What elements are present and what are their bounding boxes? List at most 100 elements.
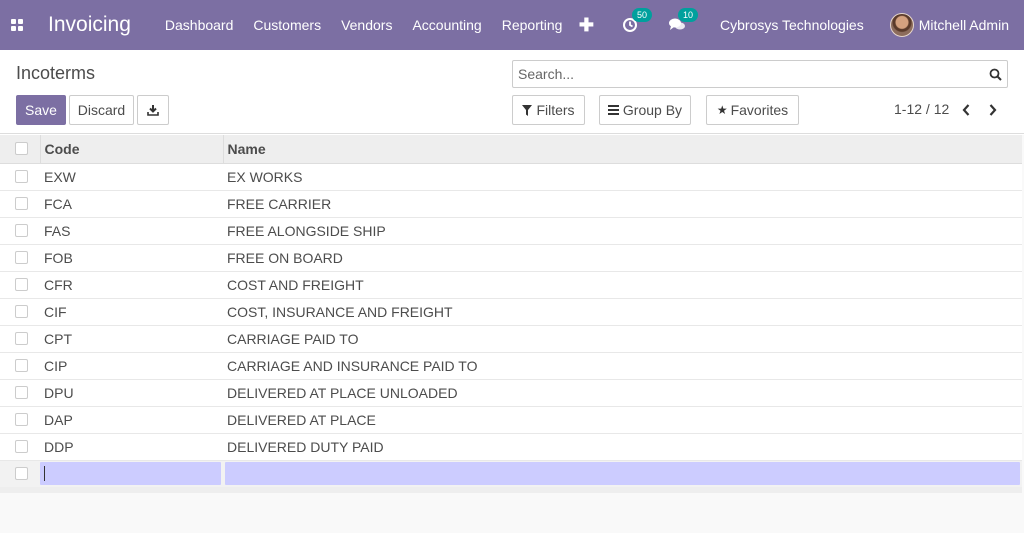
download-icon: [147, 105, 159, 116]
row-select-cell: [0, 271, 40, 299]
user-menu[interactable]: Mitchell Admin: [889, 13, 1009, 37]
app-name[interactable]: Invoicing: [48, 13, 131, 37]
filter-icon: [522, 104, 533, 116]
chevron-right-icon: [989, 104, 997, 116]
favorites-label: Favorites: [730, 102, 789, 118]
name-cell[interactable]: COST, INSURANCE AND FREIGHT: [223, 298, 1022, 326]
row-checkbox[interactable]: [15, 224, 28, 237]
search-box[interactable]: [512, 60, 1008, 88]
filters-label: Filters: [536, 102, 575, 118]
menu-item-customers[interactable]: Customers: [253, 17, 321, 33]
row-checkbox[interactable]: [15, 440, 28, 453]
table-row[interactable]: CIF COST, INSURANCE AND FREIGHT: [0, 298, 1022, 326]
row-select-cell: [0, 163, 40, 191]
incoterms-table: Code Name EXW EX WORKS FCA FREE CARRIER FAS F…: [0, 135, 1022, 493]
new-record-row[interactable]: [0, 460, 1022, 487]
name-cell[interactable]: DELIVERED AT PLACE UNLOADED: [223, 379, 1022, 407]
code-cell[interactable]: DPU: [40, 379, 223, 407]
row-select-cell: [0, 433, 40, 461]
name-cell[interactable]: CARRIAGE PAID TO: [223, 325, 1022, 353]
row-checkbox[interactable]: [15, 359, 28, 372]
select-all-checkbox[interactable]: [15, 142, 28, 156]
activity-button[interactable]: 50: [622, 8, 653, 35]
row-checkbox[interactable]: [15, 386, 28, 399]
save-button[interactable]: Save: [16, 95, 66, 125]
table-row[interactable]: FCA FREE CARRIER: [0, 190, 1022, 218]
menu-item-vendors[interactable]: Vendors: [341, 17, 392, 33]
top-navbar: Invoicing Dashboard Customers Vendors Ac…: [0, 0, 1024, 50]
menu-item-accounting[interactable]: Accounting: [412, 17, 481, 33]
name-cell[interactable]: COST AND FREIGHT: [223, 271, 1022, 299]
table-footer-row: [0, 487, 1022, 493]
name-cell[interactable]: FREE ON BOARD: [223, 244, 1022, 272]
column-header-code[interactable]: Code: [39, 135, 223, 164]
menu-item-reporting[interactable]: Reporting: [502, 17, 563, 33]
favorites-button[interactable]: ★ Favorites: [706, 95, 799, 125]
name-cell[interactable]: CARRIAGE AND INSURANCE PAID TO: [223, 352, 1022, 380]
name-cell[interactable]: EX WORKS: [223, 163, 1022, 191]
table-body: EXW EX WORKS FCA FREE CARRIER FAS FREE ALONGS…: [0, 163, 1022, 493]
code-cell[interactable]: CIP: [40, 352, 223, 380]
table-row[interactable]: EXW EX WORKS: [0, 163, 1022, 191]
code-cell[interactable]: DDP: [40, 433, 223, 461]
code-cell[interactable]: FAS: [40, 217, 223, 245]
plus-icon[interactable]: ✚: [579, 15, 594, 36]
row-select-cell: [0, 217, 40, 245]
download-button[interactable]: [137, 95, 169, 125]
table-row[interactable]: FOB FREE ON BOARD: [0, 244, 1022, 272]
column-header-name[interactable]: Name: [222, 135, 1022, 164]
pager-next-button[interactable]: [982, 95, 1004, 125]
row-checkbox[interactable]: [15, 467, 28, 481]
user-name: Mitchell Admin: [918, 17, 1009, 33]
table-row[interactable]: CFR COST AND FREIGHT: [0, 271, 1022, 299]
name-input[interactable]: [225, 462, 1020, 486]
code-cell[interactable]: CIF: [40, 298, 223, 326]
row-checkbox[interactable]: [15, 170, 28, 183]
code-cell[interactable]: CPT: [40, 325, 223, 353]
code-cell[interactable]: FCA: [40, 190, 223, 218]
table-row[interactable]: FAS FREE ALONGSIDE SHIP: [0, 217, 1022, 245]
row-select-cell: [0, 190, 40, 218]
name-cell[interactable]: FREE ALONGSIDE SHIP: [223, 217, 1022, 245]
code-cell[interactable]: FOB: [40, 244, 223, 272]
table-row[interactable]: DAP DELIVERED AT PLACE: [0, 406, 1022, 434]
row-checkbox[interactable]: [15, 251, 28, 264]
company-switcher[interactable]: Cybrosys Technologies: [720, 17, 864, 33]
new-code-cell: [40, 460, 223, 487]
row-checkbox[interactable]: [15, 197, 28, 210]
apps-menu-icon[interactable]: [0, 0, 34, 50]
name-cell[interactable]: DELIVERED AT PLACE: [223, 406, 1022, 434]
table-row[interactable]: DDP DELIVERED DUTY PAID: [0, 433, 1022, 461]
row-select-cell: [0, 352, 40, 380]
pager-value[interactable]: 1-12 / 12: [894, 101, 949, 117]
breadcrumb: Incoterms: [16, 63, 96, 83]
table-row[interactable]: CPT CARRIAGE PAID TO: [0, 325, 1022, 353]
message-count-badge: 10: [678, 8, 699, 22]
pager-previous-button[interactable]: [955, 95, 977, 125]
row-checkbox[interactable]: [15, 413, 28, 426]
search-input[interactable]: [518, 62, 983, 86]
control-panel: Incoterms Save Discard Filters Group By: [0, 50, 1024, 134]
code-cell[interactable]: EXW: [40, 163, 223, 191]
row-checkbox[interactable]: [15, 332, 28, 345]
discard-button[interactable]: Discard: [69, 95, 134, 125]
name-cell[interactable]: DELIVERED DUTY PAID: [223, 433, 1022, 461]
avatar: [889, 13, 914, 37]
list-icon: [607, 105, 619, 115]
code-cell[interactable]: CFR: [40, 271, 223, 299]
chevron-left-icon: [962, 104, 970, 116]
main-menu: Dashboard Customers Vendors Accounting R…: [165, 17, 583, 33]
messages-button[interactable]: 10: [668, 8, 699, 35]
row-checkbox[interactable]: [15, 305, 28, 318]
filters-button[interactable]: Filters: [512, 95, 585, 125]
row-select-cell: [0, 298, 40, 326]
table-row[interactable]: DPU DELIVERED AT PLACE UNLOADED: [0, 379, 1022, 407]
group-by-button[interactable]: Group By: [599, 95, 691, 125]
search-icon[interactable]: [983, 68, 1007, 81]
code-input[interactable]: [40, 462, 221, 486]
name-cell[interactable]: FREE CARRIER: [223, 190, 1022, 218]
row-checkbox[interactable]: [15, 278, 28, 291]
table-row[interactable]: CIP CARRIAGE AND INSURANCE PAID TO: [0, 352, 1022, 380]
code-cell[interactable]: DAP: [40, 406, 223, 434]
menu-item-dashboard[interactable]: Dashboard: [165, 17, 234, 33]
